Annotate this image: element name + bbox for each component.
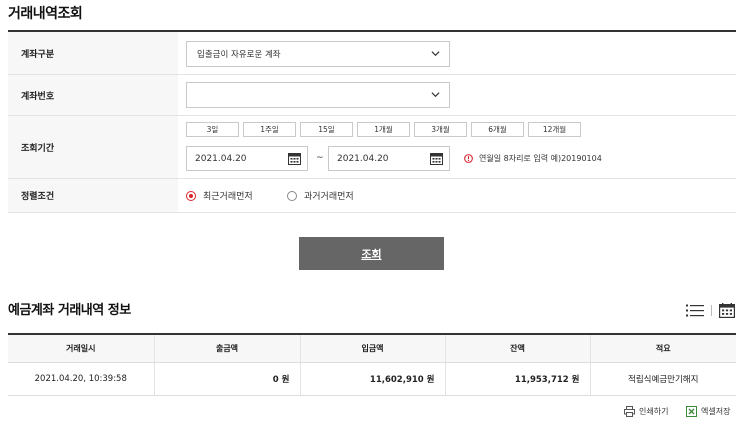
date-format-hint-text: 연월일 8자리로 입력 예)20190104	[479, 154, 602, 163]
cell-memo: 적립식예금만기해지	[590, 362, 736, 396]
sort-label: 정렬조건	[8, 179, 178, 212]
excel-icon	[686, 406, 697, 417]
cell-deposit: 11,602,910 원	[300, 362, 446, 396]
period-buttons: 3일 1주일 15일 1개월 3개월 6개월 12개월	[186, 122, 585, 137]
print-button[interactable]: 인쇄하기	[624, 406, 668, 417]
sort-row: 정렬조건 최근거래먼저 과거거래먼저	[8, 179, 736, 213]
account-number-select[interactable]	[186, 82, 450, 108]
start-date-input[interactable]: 2021.04.20	[186, 146, 308, 171]
calendar-icon[interactable]	[430, 152, 443, 165]
period-btn-1w[interactable]: 1주일	[243, 122, 296, 137]
account-type-label: 계좌구분	[8, 32, 178, 74]
radio-unselected[interactable]	[287, 190, 297, 201]
print-icon	[624, 406, 635, 417]
table-header-row: 거래일시 출금액 입금액 잔액 적요	[8, 333, 736, 363]
start-date-value: 2021.04.20	[195, 153, 247, 164]
period-btn-6m[interactable]: 6개월	[471, 122, 524, 137]
column-header: 출금액	[154, 333, 301, 363]
account-type-row: 계좌구분 입출금이 자유로운 계좌	[8, 32, 736, 75]
cell-withdrawal: 0 원	[154, 362, 301, 396]
excel-button[interactable]: 엑셀저장	[686, 406, 730, 417]
period-btn-1m[interactable]: 1개월	[357, 122, 410, 137]
cell-balance: 11,953,712 원	[445, 362, 591, 396]
account-type-select[interactable]: 입출금이 자유로운 계좌	[186, 41, 450, 67]
account-number-label: 계좌번호	[8, 75, 178, 115]
cell-datetime: 2021.04.20, 10:39:58	[8, 362, 155, 396]
sort-option-oldest-label: 과거거래먼저	[304, 192, 354, 202]
column-header: 적요	[590, 333, 736, 363]
date-separator: ~	[316, 153, 324, 163]
column-header: 거래일시	[8, 333, 155, 363]
radio-selected[interactable]	[186, 190, 196, 201]
list-icon[interactable]	[686, 303, 704, 318]
currency-unit: 원	[571, 374, 580, 385]
period-row: 조회기간 3일 1주일 15일 1개월 3개월 6개월 12개월 2021.04…	[8, 116, 736, 179]
transactions-table: 거래일시 출금액 입금액 잔액 적요 2021.04.20, 10:39:58 …	[8, 333, 736, 396]
currency-unit: 원	[281, 374, 290, 385]
column-header: 입금액	[300, 333, 446, 363]
search-form: 계좌구분 입출금이 자유로운 계좌 계좌번호 조회기간 3일 1주일 15일 1…	[8, 30, 736, 213]
page-title: 거래내역조회	[8, 6, 83, 22]
period-btn-15d[interactable]: 15일	[300, 122, 353, 137]
sort-option-recent-label: 최근거래먼저	[203, 192, 253, 202]
column-header: 잔액	[445, 333, 591, 363]
withdrawal-value: 0	[272, 374, 279, 385]
print-label: 인쇄하기	[639, 407, 669, 416]
date-format-hint: 연월일 8자리로 입력 예)20190104	[464, 153, 602, 164]
balance-value: 11,953,712	[514, 374, 569, 385]
period-btn-12m[interactable]: 12개월	[528, 122, 581, 137]
chevron-down-icon	[431, 92, 440, 98]
results-title: 예금계좌 거래내역 정보	[8, 303, 131, 318]
chevron-down-icon	[431, 51, 440, 57]
calendar-view-icon[interactable]	[719, 303, 735, 318]
period-btn-3m[interactable]: 3개월	[414, 122, 467, 137]
account-number-row: 계좌번호	[8, 75, 736, 116]
period-btn-3d[interactable]: 3일	[186, 122, 239, 137]
view-divider	[711, 305, 712, 316]
sort-option-recent[interactable]: 최근거래먼저	[186, 189, 253, 202]
excel-label: 엑셀저장	[701, 407, 731, 416]
currency-unit: 원	[426, 374, 435, 385]
calendar-icon[interactable]	[288, 152, 301, 165]
search-button[interactable]: 조회	[299, 237, 444, 270]
end-date-value: 2021.04.20	[337, 153, 389, 164]
info-icon	[464, 154, 473, 163]
deposit-value: 11,602,910	[369, 374, 424, 385]
account-type-value: 입출금이 자유로운 계좌	[197, 50, 281, 60]
table-row: 2021.04.20, 10:39:58 0 원 11,602,910 원 11…	[8, 362, 736, 396]
end-date-input[interactable]: 2021.04.20	[328, 146, 450, 171]
sort-option-oldest[interactable]: 과거거래먼저	[287, 189, 354, 202]
period-label: 조회기간	[8, 116, 178, 178]
